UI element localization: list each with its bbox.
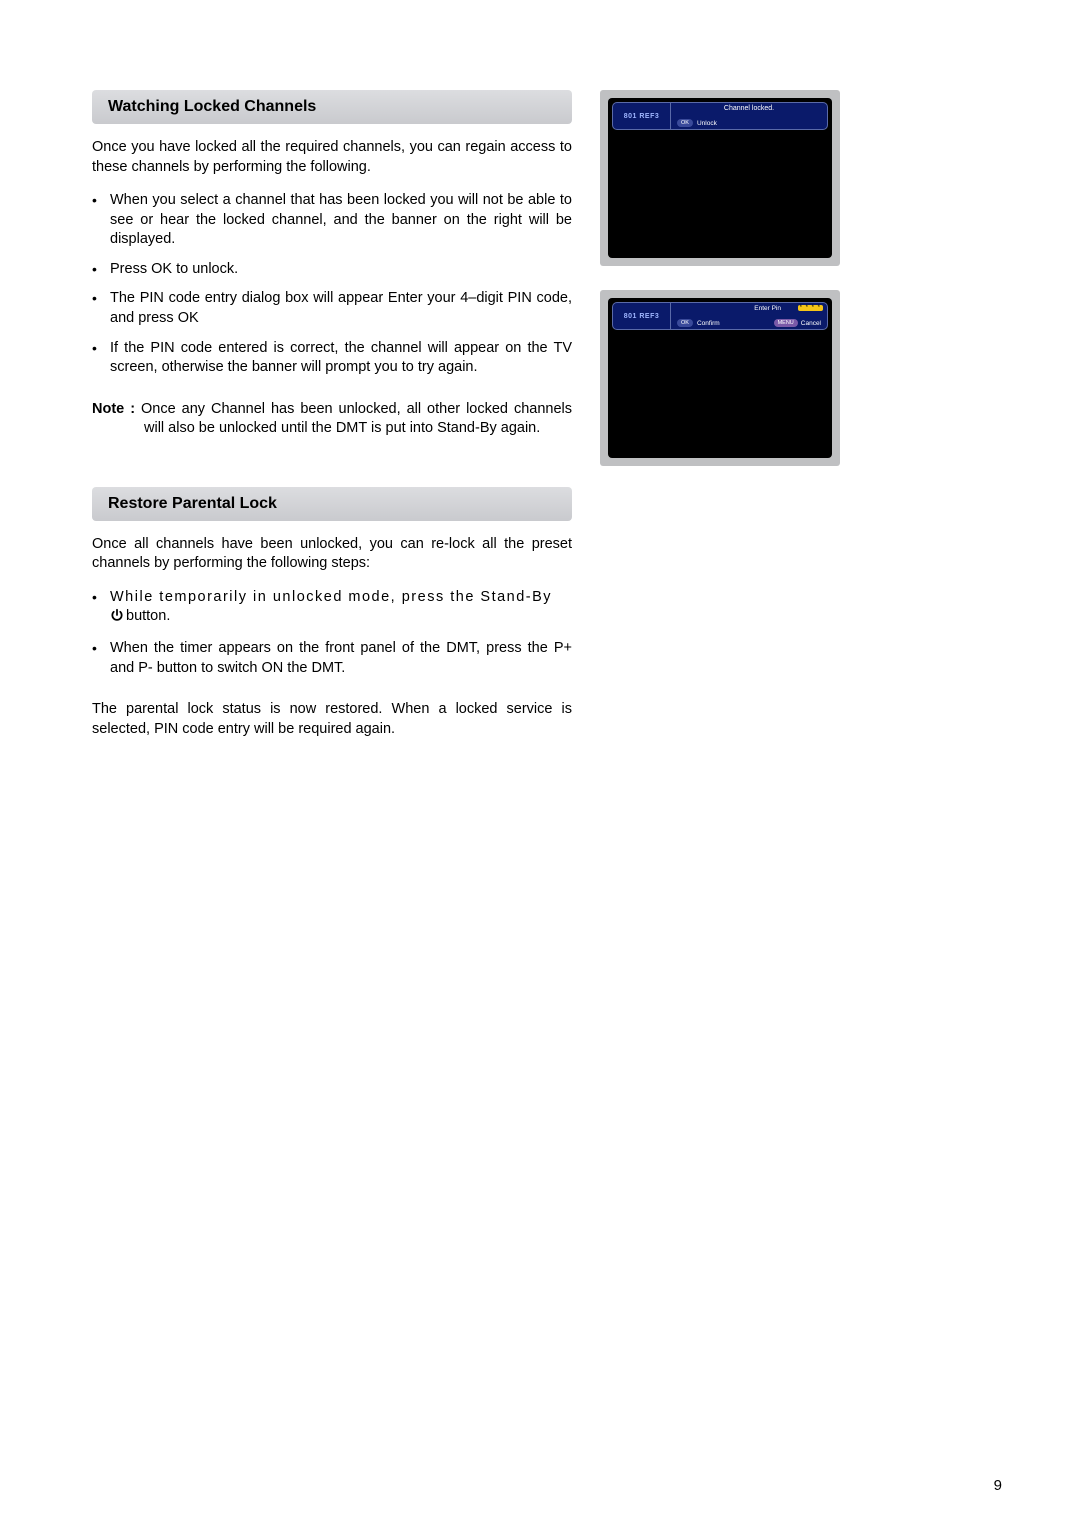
tv2-pin-mask: * * * * — [798, 305, 823, 311]
section2-bullet-1: While temporarily in unlocked mode, pres… — [110, 588, 572, 629]
tv1-channel-number: 801 REF3 — [613, 103, 671, 129]
section-header-restore-parental: Restore Parental Lock — [92, 487, 572, 521]
section2-bullet-1-pre: While temporarily in unlocked mode, pres… — [110, 589, 552, 605]
tv-screenshot-enter-pin: 801 REF3 Enter Pin * * * * OK Confirm ME… — [600, 290, 840, 466]
tv2-enter-pin-label: Enter Pin — [754, 305, 781, 312]
section1-note: Note : Once any Channel has been unlocke… — [92, 400, 572, 439]
section2-intro: Once all channels have been unlocked, yo… — [92, 535, 572, 574]
tv1-unlock-label: Unlock — [697, 120, 717, 127]
section1-bullet-1: When you select a channel that has been … — [110, 191, 572, 250]
section2-closing: The parental lock status is now restored… — [92, 700, 572, 739]
tv-screenshot-locked: 801 REF3 Channel locked. OK Unlock — [600, 90, 840, 266]
tv1-status-text: Channel locked. — [671, 105, 827, 112]
section1-bullets: When you select a channel that has been … — [92, 191, 572, 378]
tv1-ok-pill: OK — [677, 119, 693, 127]
section1-bullet-2: Press OK to unlock. — [110, 260, 572, 280]
section2-bullet-2: When the timer appears on the front pane… — [110, 639, 572, 678]
note-label: Note : — [92, 401, 135, 417]
tv2-confirm-label: Confirm — [697, 320, 720, 327]
section1-bullet-4: If the PIN code entered is correct, the … — [110, 339, 572, 378]
section2-bullets: While temporarily in unlocked mode, pres… — [92, 588, 572, 678]
section1-intro: Once you have locked all the required ch… — [92, 138, 572, 177]
section1-bullet-3: The PIN code entry dialog box will appea… — [110, 289, 572, 328]
section2-bullet-1-post: button. — [126, 608, 170, 624]
note-text: Once any Channel has been unlocked, all … — [141, 401, 572, 437]
tv2-menu-pill: MENU — [774, 319, 798, 327]
power-icon — [110, 608, 124, 629]
tv2-ok-pill: OK — [677, 319, 693, 327]
section-header-watching-locked: Watching Locked Channels — [92, 90, 572, 124]
tv2-channel-number: 801 REF3 — [613, 303, 671, 329]
page-number: 9 — [994, 1477, 1002, 1494]
tv2-cancel-label: Cancel — [801, 320, 821, 327]
